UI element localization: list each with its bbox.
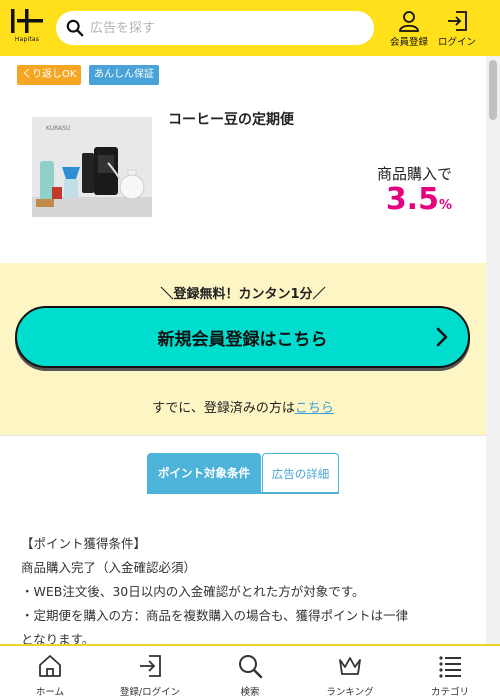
repeat-ok-badge: くり返しOK [17, 65, 82, 85]
register-label: 会員登録 [389, 37, 428, 48]
nav-home[interactable]: ホーム [0, 646, 100, 700]
scrollbar[interactable] [486, 56, 500, 644]
login-icon [448, 11, 467, 31]
point-conditions-text: 【ポイント獲得条件】 商品購入完了（入金確認必須） ・WEB注文後、30日以内の… [21, 532, 466, 652]
coffee-equipment-image: KURASU [32, 117, 152, 217]
scroll-thumb[interactable] [489, 60, 497, 120]
image-brand-text: KURASU [46, 125, 70, 132]
logo-mark-icon [11, 9, 43, 33]
login-button[interactable]: ログイン [434, 10, 480, 48]
list-icon [439, 656, 461, 678]
nav-category-label: カテゴリ [430, 687, 469, 698]
crown-icon [339, 657, 361, 675]
nav-category[interactable]: カテゴリ [400, 646, 500, 700]
nav-ranking-label: ランキング [326, 687, 374, 698]
existing-user-prefix: すでに、登録済みの方は [152, 401, 295, 416]
home-icon [39, 655, 61, 677]
register-button[interactable]: 会員登録 [386, 10, 432, 48]
product-image: KURASU [32, 117, 152, 217]
nav-login-label: 登録/ログイン [119, 687, 181, 698]
search-icon [66, 19, 84, 37]
nav-search-label: 検索 [240, 687, 260, 698]
point-rate-label: 商品購入で [376, 165, 452, 183]
point-rate-unit: % [438, 198, 452, 213]
conditions-heading: 【ポイント獲得条件】 [21, 536, 147, 551]
assurance-badge: あんしん保証 [89, 65, 159, 85]
new-registration-label: 新規会員登録はこちら [157, 329, 328, 350]
search-input[interactable] [90, 20, 360, 36]
conditions-line: 商品購入完了（入金確認必須） [21, 560, 197, 575]
chevron-right-icon [436, 327, 448, 347]
tab-ad-details[interactable]: 広告の詳細 [262, 453, 339, 493]
search-icon [239, 655, 263, 679]
hapitas-logo[interactable]: Hapitas [10, 8, 44, 46]
registration-tagline: ＼登録無料！カンタン1分／ [160, 287, 326, 302]
conditions-line: ・WEB注文後、30日以内の入金確認がとれた方が対象です。 [21, 584, 365, 599]
user-icon [399, 11, 419, 32]
nav-search[interactable]: 検索 [200, 646, 300, 700]
nav-login[interactable]: 登録/ログイン [100, 646, 200, 700]
tab-underline [147, 492, 339, 494]
login-label: ログイン [437, 37, 476, 48]
conditions-line: ・定期便を購入の方：商品を複数購入の場合も、獲得ポイントは一律 [21, 608, 409, 623]
nav-ranking[interactable]: ランキング [300, 646, 400, 700]
login-icon [140, 655, 161, 677]
section-divider [0, 435, 486, 436]
existing-user-login: すでに、登録済みの方はこちら [0, 397, 486, 416]
point-rate: 3.5% [386, 182, 452, 217]
tab-point-conditions[interactable]: ポイント対象条件 [147, 453, 261, 493]
registration-section: ＼登録無料！カンタン1分／ 新規会員登録はこちら すでに、登録済みの方はこちら [0, 263, 486, 435]
existing-user-login-link[interactable]: こちら [295, 401, 334, 416]
product-title: コーヒー豆の定期便 [168, 112, 294, 128]
nav-home-label: ホーム [35, 687, 65, 698]
new-registration-button[interactable]: 新規会員登録はこちら [15, 306, 470, 368]
point-rate-value: 3.5 [385, 182, 439, 217]
search-box[interactable] [56, 11, 374, 45]
logo-text: Hapitas [14, 36, 40, 43]
bottom-navigation: ホーム 登録/ログイン 検索 ランキング カテゴリ [0, 644, 500, 700]
app-header: Hapitas 会員登録 ログイン [0, 0, 500, 56]
